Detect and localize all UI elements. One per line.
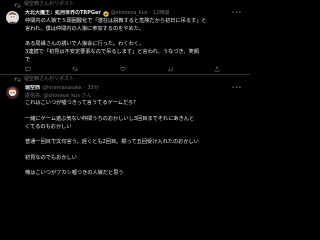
avatar[interactable] [6, 85, 19, 99]
more-options-icon[interactable]: ••• [232, 85, 244, 93]
tweet-text-line: 初見なのでもおかしい [25, 154, 77, 161]
timestamp[interactable]: 33分 [87, 85, 98, 93]
views-icon[interactable] [167, 65, 183, 73]
tweet-text-line: 普通一回目で文句言う。遅くとも2回目。黙って五回受け入れたのおかしい [25, 139, 199, 146]
tweet-text: これはこいつが嘘つきって言うてるゲームだろ？ 一緒にゲーム遊ぶ気ない仲間うちのお… [25, 100, 244, 178]
repost-header: 堀空西さんがリポスト [0, 0, 250, 10]
share-icon[interactable] [214, 65, 230, 73]
tweet-text-line: 仲間内の人狼でＳ頭囲酸化で「潜在は説教すると危険だから初日に吊るす」と [25, 18, 207, 24]
timeline: 堀空西さんがリポスト 大北大魔王：処刑世界のTRPGer @shoseya_ku… [0, 0, 250, 240]
tweet-meta: 大北大魔王：処刑世界のTRPGer @shoseya_kus · 12時間 ••… [25, 10, 244, 18]
timestamp[interactable]: 12時間 [153, 10, 169, 18]
handle[interactable]: @shoseya_kus [111, 10, 148, 18]
repost-label: 堀空西さんがリポスト [24, 76, 75, 83]
tweet[interactable]: 大北大魔王：処刑世界のTRPGer @shoseya_kus · 12時間 ••… [0, 10, 250, 74]
repost-icon [14, 2, 21, 9]
tweet-text-line [25, 147, 244, 155]
tweet-text-line: で [25, 56, 31, 63]
action-bar [25, 65, 244, 74]
like-icon[interactable] [119, 65, 136, 73]
verified-badge-icon [103, 11, 109, 17]
tweet-text: 仲間内の人狼でＳ頭囲酸化で「潜在は説教すると危険だから初日に吊るす」と 言われ、… [25, 18, 244, 65]
retweet-icon[interactable] [72, 65, 88, 73]
tweet[interactable]: 堀空西 @hiramasasake · 33分 ••• 返信先: @shosey… [0, 85, 250, 178]
tweet-text-line: くてるのもおかしい [25, 123, 72, 130]
repost-label: 堀空西さんがリポスト [24, 1, 75, 8]
repost-header: 堀空西さんがリポスト [0, 75, 250, 85]
avatar[interactable] [6, 11, 19, 24]
repost-icon [14, 76, 21, 83]
tweet-text-line [25, 108, 244, 116]
tweet-meta: 堀空西 @hiramasasake · 33分 ••• [25, 85, 244, 93]
display-name[interactable]: 堀空西 [25, 85, 40, 93]
tweet-text-line: 俺はこいつがフカシ嘘つきの人狼だと思う [25, 170, 124, 177]
tweet-text-line: 3連続で「初見は不安定要素なので吊るします」と言われ、うなづき、笑顔 [25, 49, 199, 56]
tweet-text-line: 一緒にゲーム遊ぶ気ない仲間うちのおかしいし3回目までそれにあきんと [25, 115, 195, 122]
reply-icon[interactable] [25, 65, 41, 73]
tweet-text-line: これはこいつが嘘つきって言うてるゲームだろ？ [25, 100, 139, 107]
handle[interactable]: @hiramasasake [42, 85, 82, 93]
display-name[interactable]: 大北大魔王：処刑世界のTRPGer [25, 10, 101, 18]
more-options-icon[interactable]: ••• [232, 10, 244, 18]
tweet-text-line: 言われ、僕は仲間内の人狼に参加するのをやめた。 [25, 25, 145, 32]
